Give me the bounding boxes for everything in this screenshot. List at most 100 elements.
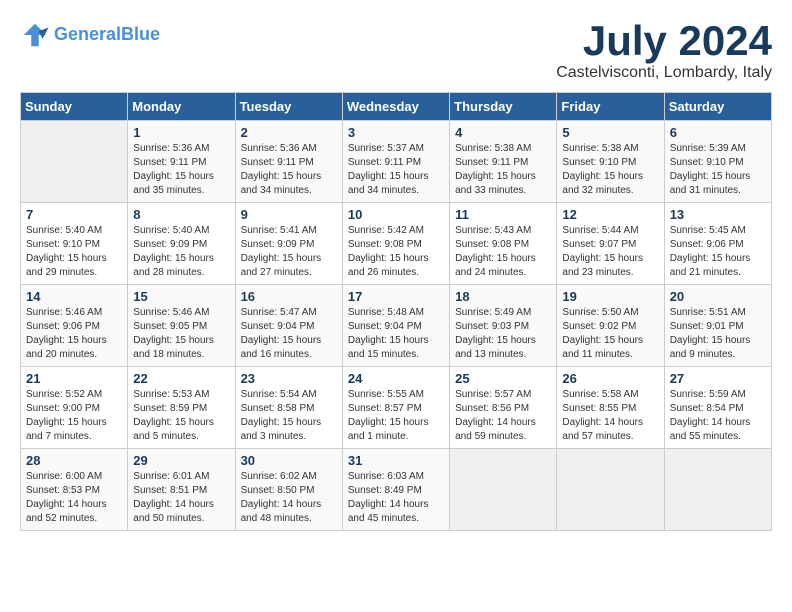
day-number: 5 [562, 125, 658, 140]
column-header-thursday: Thursday [450, 93, 557, 121]
day-number: 18 [455, 289, 551, 304]
day-number: 30 [241, 453, 337, 468]
month-title: July 2024 [556, 20, 772, 62]
day-number: 31 [348, 453, 444, 468]
calendar-cell: 17 Sunrise: 5:48 AMSunset: 9:04 PMDayligh… [342, 285, 449, 367]
cell-info: Sunrise: 5:46 AMSunset: 9:05 PMDaylight:… [133, 306, 229, 362]
day-number: 20 [670, 289, 766, 304]
calendar-cell: 28Sunrise: 6:00 AMSunset: 8:53 PMDayligh… [21, 449, 128, 531]
calendar-cell: 24Sunrise: 5:55 AMSunset: 8:57 PMDayligh… [342, 367, 449, 449]
cell-info: Sunrise: 5:48 AMSunset: 9:04 PMDaylight:… [348, 306, 444, 362]
column-header-sunday: Sunday [21, 93, 128, 121]
calendar-cell: 4 Sunrise: 5:38 AMSunset: 9:11 PMDaylight… [450, 121, 557, 203]
cell-info: Sunrise: 6:03 AMSunset: 8:49 PMDaylight:… [348, 470, 444, 526]
day-number: 2 [241, 125, 337, 140]
logo-text: GeneralBlue [54, 25, 160, 45]
cell-info: Sunrise: 5:53 AMSunset: 8:59 PMDaylight:… [133, 388, 229, 444]
day-number: 21 [26, 371, 122, 386]
logo: GeneralBlue [20, 20, 160, 50]
day-number: 7 [26, 207, 122, 222]
calendar-cell: 3 Sunrise: 5:37 AMSunset: 9:11 PMDaylight… [342, 121, 449, 203]
calendar-cell: 27 Sunrise: 5:59 AMSunset: 8:54 PMDayligh… [664, 367, 771, 449]
calendar-cell: 16Sunrise: 5:47 AMSunset: 9:04 PMDayligh… [235, 285, 342, 367]
day-number: 10 [348, 207, 444, 222]
logo-line2: Blue [121, 24, 160, 44]
cell-info: Sunrise: 5:54 AMSunset: 8:58 PMDaylight:… [241, 388, 337, 444]
calendar-cell: 15Sunrise: 5:46 AMSunset: 9:05 PMDayligh… [128, 285, 235, 367]
cell-info: Sunrise: 5:40 AMSunset: 9:09 PMDaylight:… [133, 224, 229, 280]
calendar-cell: 31 Sunrise: 6:03 AMSunset: 8:49 PMDayligh… [342, 449, 449, 531]
cell-info: Sunrise: 5:59 AMSunset: 8:54 PMDaylight:… [670, 388, 766, 444]
cell-info: Sunrise: 5:55 AMSunset: 8:57 PMDaylight:… [348, 388, 444, 444]
day-number: 17 [348, 289, 444, 304]
calendar-cell [450, 449, 557, 531]
calendar-cell: 19Sunrise: 5:50 AMSunset: 9:02 PMDayligh… [557, 285, 664, 367]
calendar-cell: 6Sunrise: 5:39 AMSunset: 9:10 PMDaylight… [664, 121, 771, 203]
calendar-cell: 30 Sunrise: 6:02 AMSunset: 8:50 PMDayligh… [235, 449, 342, 531]
logo-icon [20, 20, 50, 50]
cell-info: Sunrise: 5:52 AMSunset: 9:00 PMDaylight:… [26, 388, 122, 444]
day-number: 9 [241, 207, 337, 222]
calendar-week-4: 21 Sunrise: 5:52 AMSunset: 9:00 PMDayligh… [21, 367, 772, 449]
cell-info: Sunrise: 5:49 AMSunset: 9:03 PMDaylight:… [455, 306, 551, 362]
calendar-week-5: 28Sunrise: 6:00 AMSunset: 8:53 PMDayligh… [21, 449, 772, 531]
day-number: 1 [133, 125, 229, 140]
calendar-cell: 5 Sunrise: 5:38 AMSunset: 9:10 PMDaylight… [557, 121, 664, 203]
cell-info: Sunrise: 5:38 AMSunset: 9:10 PMDaylight:… [562, 142, 658, 198]
cell-info: Sunrise: 5:57 AMSunset: 8:56 PMDaylight:… [455, 388, 551, 444]
day-number: 3 [348, 125, 444, 140]
column-header-saturday: Saturday [664, 93, 771, 121]
day-number: 6 [670, 125, 766, 140]
calendar-cell [21, 121, 128, 203]
column-header-wednesday: Wednesday [342, 93, 449, 121]
calendar-cell: 9 Sunrise: 5:41 AMSunset: 9:09 PMDaylight… [235, 203, 342, 285]
day-number: 11 [455, 207, 551, 222]
column-header-tuesday: Tuesday [235, 93, 342, 121]
calendar-cell: 13 Sunrise: 5:45 AMSunset: 9:06 PMDayligh… [664, 203, 771, 285]
calendar-cell: 29 Sunrise: 6:01 AMSunset: 8:51 PMDayligh… [128, 449, 235, 531]
calendar-cell: 12Sunrise: 5:44 AMSunset: 9:07 PMDayligh… [557, 203, 664, 285]
title-area: July 2024 Castelvisconti, Lombardy, Ital… [556, 20, 772, 82]
calendar-week-3: 14Sunrise: 5:46 AMSunset: 9:06 PMDayligh… [21, 285, 772, 367]
cell-info: Sunrise: 5:58 AMSunset: 8:55 PMDaylight:… [562, 388, 658, 444]
day-number: 26 [562, 371, 658, 386]
day-number: 13 [670, 207, 766, 222]
calendar-cell: 2 Sunrise: 5:36 AMSunset: 9:11 PMDaylight… [235, 121, 342, 203]
calendar-cell: 1 Sunrise: 5:36 AMSunset: 9:11 PMDaylight… [128, 121, 235, 203]
cell-info: Sunrise: 5:38 AMSunset: 9:11 PMDaylight:… [455, 142, 551, 198]
calendar-table: SundayMondayTuesdayWednesdayThursdayFrid… [20, 92, 772, 531]
calendar-cell: 8 Sunrise: 5:40 AMSunset: 9:09 PMDaylight… [128, 203, 235, 285]
cell-info: Sunrise: 5:41 AMSunset: 9:09 PMDaylight:… [241, 224, 337, 280]
cell-info: Sunrise: 5:36 AMSunset: 9:11 PMDaylight:… [133, 142, 229, 198]
logo-line1: General [54, 24, 121, 44]
cell-info: Sunrise: 6:02 AMSunset: 8:50 PMDaylight:… [241, 470, 337, 526]
calendar-cell: 22Sunrise: 5:53 AMSunset: 8:59 PMDayligh… [128, 367, 235, 449]
location: Castelvisconti, Lombardy, Italy [556, 64, 772, 82]
calendar-cell: 14Sunrise: 5:46 AMSunset: 9:06 PMDayligh… [21, 285, 128, 367]
calendar-cell [664, 449, 771, 531]
page-header: GeneralBlue July 2024 Castelvisconti, Lo… [20, 20, 772, 82]
day-number: 23 [241, 371, 337, 386]
day-number: 12 [562, 207, 658, 222]
cell-info: Sunrise: 5:45 AMSunset: 9:06 PMDaylight:… [670, 224, 766, 280]
calendar-header-row: SundayMondayTuesdayWednesdayThursdayFrid… [21, 93, 772, 121]
calendar-cell: 23 Sunrise: 5:54 AMSunset: 8:58 PMDayligh… [235, 367, 342, 449]
day-number: 27 [670, 371, 766, 386]
day-number: 4 [455, 125, 551, 140]
cell-info: Sunrise: 6:00 AMSunset: 8:53 PMDaylight:… [26, 470, 122, 526]
day-number: 8 [133, 207, 229, 222]
cell-info: Sunrise: 5:36 AMSunset: 9:11 PMDaylight:… [241, 142, 337, 198]
day-number: 29 [133, 453, 229, 468]
calendar-cell: 25Sunrise: 5:57 AMSunset: 8:56 PMDayligh… [450, 367, 557, 449]
calendar-cell: 18 Sunrise: 5:49 AMSunset: 9:03 PMDayligh… [450, 285, 557, 367]
calendar-cell: 21 Sunrise: 5:52 AMSunset: 9:00 PMDayligh… [21, 367, 128, 449]
calendar-cell: 11 Sunrise: 5:43 AMSunset: 9:08 PMDayligh… [450, 203, 557, 285]
calendar-cell [557, 449, 664, 531]
calendar-cell: 20Sunrise: 5:51 AMSunset: 9:01 PMDayligh… [664, 285, 771, 367]
cell-info: Sunrise: 5:40 AMSunset: 9:10 PMDaylight:… [26, 224, 122, 280]
cell-info: Sunrise: 5:46 AMSunset: 9:06 PMDaylight:… [26, 306, 122, 362]
cell-info: Sunrise: 6:01 AMSunset: 8:51 PMDaylight:… [133, 470, 229, 526]
cell-info: Sunrise: 5:37 AMSunset: 9:11 PMDaylight:… [348, 142, 444, 198]
cell-info: Sunrise: 5:43 AMSunset: 9:08 PMDaylight:… [455, 224, 551, 280]
calendar-week-2: 7 Sunrise: 5:40 AMSunset: 9:10 PMDaylight… [21, 203, 772, 285]
